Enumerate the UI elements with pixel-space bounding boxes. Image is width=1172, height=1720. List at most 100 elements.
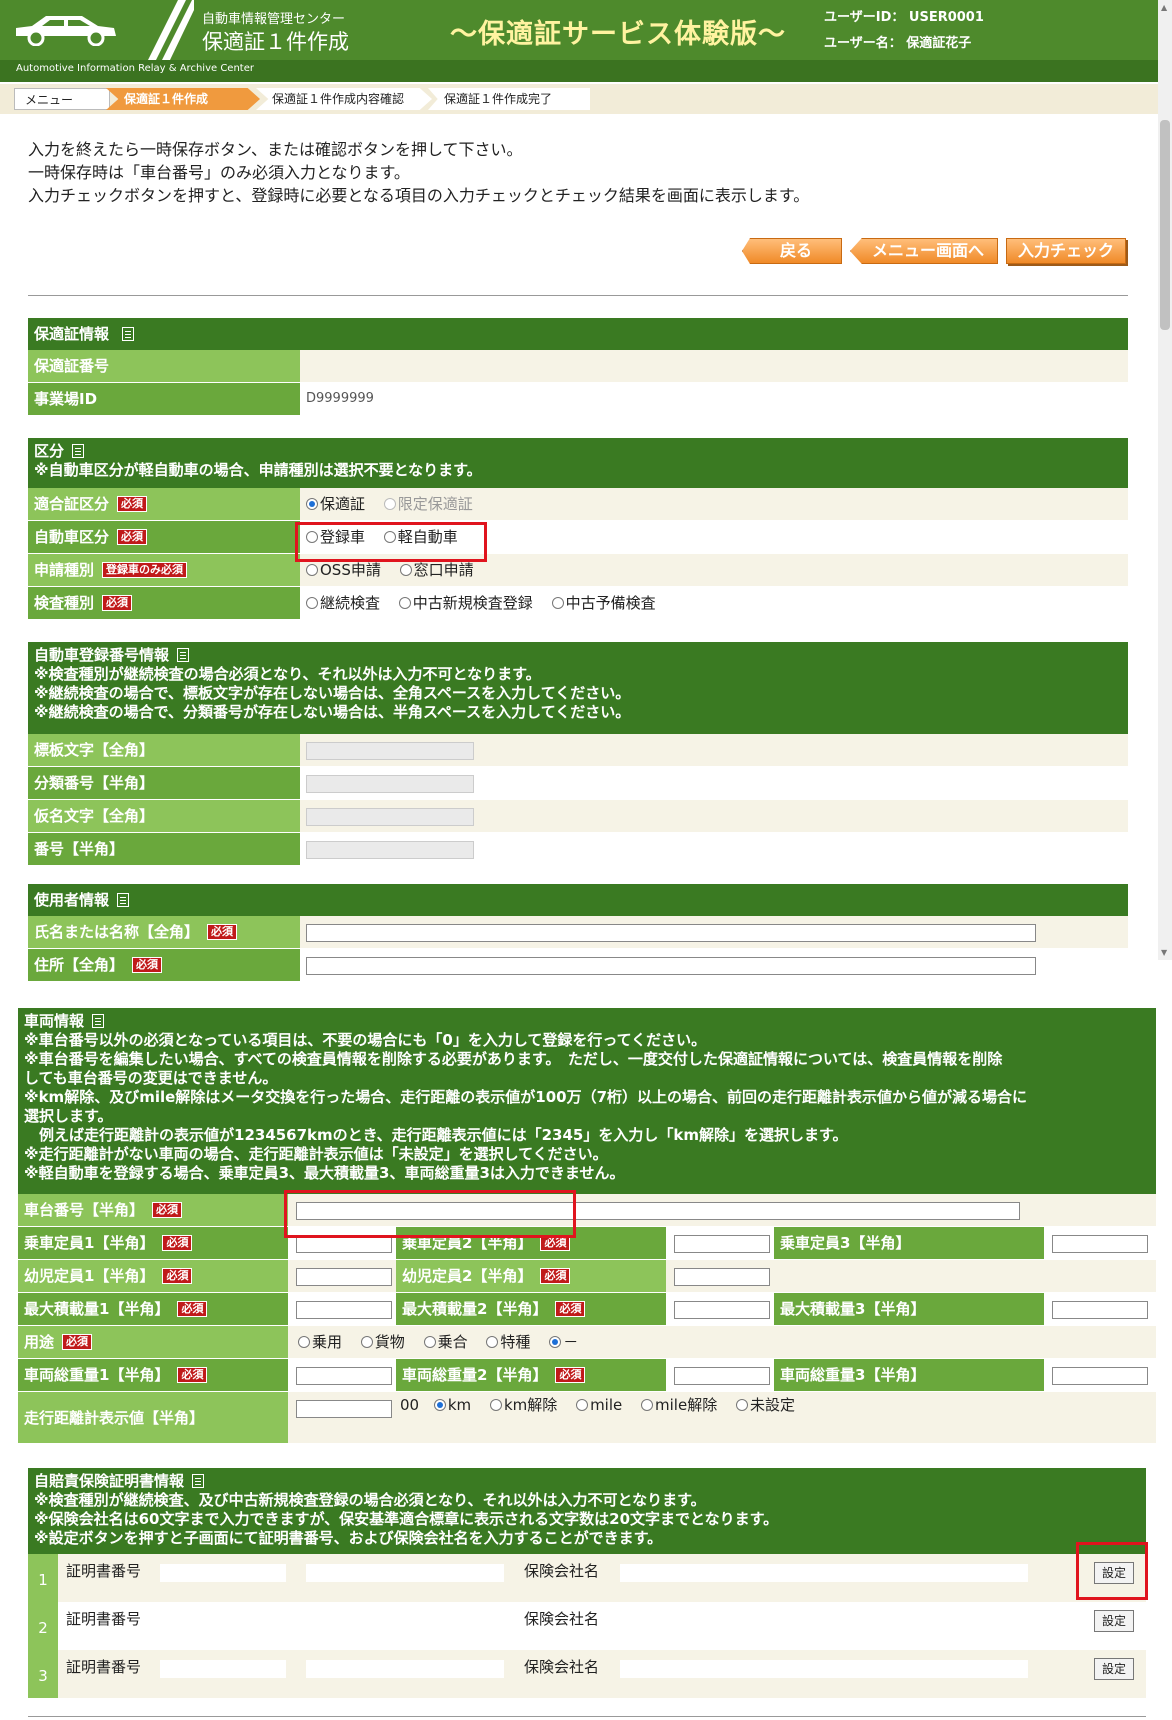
radio-icon[interactable] [360, 1336, 373, 1348]
label-text: 車両総重量1【半角】 [24, 1366, 170, 1384]
settings-button[interactable]: 設定 [1094, 1658, 1134, 1680]
radio-option[interactable]: 中古予備検査 [551, 594, 656, 612]
radio-icon[interactable] [551, 597, 564, 609]
radio-option[interactable]: km [433, 1396, 471, 1414]
radio-option[interactable]: 貨物 [360, 1333, 405, 1351]
section-note: ※km解除、及びmile解除はメータ交換を行った場合、走行距離の表示値が100万… [24, 1088, 1028, 1106]
option-label: mile [590, 1396, 623, 1414]
section-note: ※保険会社名は60文字まで入力できますが、保安基準適合標章に表示される文字数は2… [34, 1510, 779, 1528]
instruction-line: 入力を終えたら一時保存ボタン、または確認ボタンを押して下さい。 [28, 140, 523, 159]
radio-icon[interactable] [423, 1336, 436, 1348]
gross3-input[interactable] [1052, 1367, 1148, 1385]
radio-icon[interactable] [576, 1399, 589, 1411]
user-id: ユーザーID： USER0001 [824, 10, 984, 25]
radio-selected-icon[interactable] [433, 1399, 446, 1411]
radio-option[interactable]: 特種 [486, 1333, 530, 1351]
form-row: 住所【全角】 必須 [28, 949, 1128, 982]
section-category: 区分 ※自動車区分が軽自動車の場合、申請種別は選択不要となります。 適合証区分必… [28, 438, 1128, 620]
header-stripes-icon [148, 0, 194, 60]
load3-input[interactable] [1052, 1301, 1148, 1319]
user-name-input[interactable] [306, 924, 1036, 942]
field-label: 氏名または名称【全角】 必須 [28, 916, 300, 948]
infant1-input[interactable] [296, 1268, 392, 1286]
radio-icon[interactable] [298, 1336, 310, 1348]
scrollbar-thumb[interactable] [1160, 120, 1170, 330]
row-number: 3 [28, 1650, 58, 1698]
hotekisho-number-value [300, 350, 1128, 382]
field-label: 事業場ID [28, 383, 300, 415]
scroll-up-icon[interactable]: ▲ [1161, 3, 1167, 12]
edit-icon [192, 1474, 205, 1488]
required-badge: 必須 [177, 1367, 208, 1383]
address-input[interactable] [306, 957, 1036, 975]
radio-selected-icon[interactable] [549, 1336, 562, 1348]
option-label: 中古予備検査 [565, 594, 656, 612]
radio-selected-icon[interactable] [306, 498, 318, 510]
input-check-button[interactable]: 入力チェック [1006, 238, 1126, 264]
breadcrumb-menu[interactable]: メニュー [14, 88, 110, 110]
odometer-input[interactable] [296, 1400, 392, 1418]
radio-option: 限定保適証 [383, 495, 473, 513]
radio-option[interactable]: 乗合 [423, 1333, 468, 1351]
divider [28, 295, 1128, 296]
infant2-input[interactable] [674, 1268, 770, 1286]
section-title: 自動車登録番号情報 [34, 646, 170, 664]
scroll-down-icon[interactable]: ▼ [1161, 948, 1167, 957]
field-label: 検査種別 必須 [28, 587, 300, 619]
radio-option[interactable]: mile [576, 1396, 622, 1414]
radio-icon[interactable] [736, 1399, 748, 1411]
radio-icon[interactable] [486, 1336, 499, 1348]
radio-option[interactable]: OSS申請 [306, 561, 381, 579]
radio-icon[interactable] [398, 597, 411, 609]
required-badge: 必須 [117, 496, 148, 512]
kana-input [306, 808, 474, 826]
gross2-input[interactable] [674, 1367, 770, 1385]
section-note: ※継続検査の場合で、標板文字が存在しない場合は、全角スペースを入力してください。 [34, 684, 631, 702]
scrollbar[interactable]: ▲ ▼ [1158, 0, 1172, 960]
radio-icon[interactable] [399, 564, 412, 576]
label-text: 乗車定員1【半角】 [24, 1234, 155, 1252]
required-badge: 必須 [540, 1268, 571, 1284]
edit-icon [117, 893, 130, 907]
field-label: 用途 必須 [18, 1326, 288, 1358]
plate-region-input [306, 742, 474, 760]
insurance-row: 3 証明書番号 保険会社名 設定 [28, 1650, 1146, 1698]
load1-input[interactable] [296, 1301, 392, 1319]
load2-input[interactable] [674, 1301, 770, 1319]
option-label: 中古新規検査登録 [412, 594, 533, 612]
label-text: 車両総重量2【半角】 [402, 1366, 548, 1384]
radio-icon[interactable] [306, 564, 318, 576]
settings-button[interactable]: 設定 [1094, 1610, 1134, 1632]
radio-icon[interactable] [306, 597, 318, 609]
odo-suffix: 00 [400, 1396, 420, 1414]
radio-option[interactable]: － [549, 1333, 578, 1351]
radio-option[interactable]: 中古新規検査登録 [398, 594, 533, 612]
menu-button[interactable]: メニュー画面へ [850, 238, 998, 264]
capacity3-input[interactable] [1052, 1235, 1148, 1253]
required-badge: 登録車のみ必須 [102, 562, 188, 578]
back-button[interactable]: 戻る [742, 238, 842, 264]
class-number-input [306, 775, 474, 793]
required-badge: 必須 [132, 957, 163, 973]
capacity2-input[interactable] [674, 1235, 770, 1253]
radio-option[interactable]: 窓口申請 [399, 561, 474, 579]
option-label: 乗用 [312, 1333, 343, 1351]
radio-icon[interactable] [489, 1399, 502, 1411]
radio-option[interactable]: 未設定 [736, 1396, 795, 1414]
gross1-input[interactable] [296, 1367, 392, 1385]
radio-option[interactable]: 保適証 [306, 495, 365, 513]
field-value: 証明書番号 保険会社名 [58, 1602, 1146, 1650]
radio-option[interactable]: mile解除 [641, 1396, 717, 1414]
option-label: 未設定 [750, 1396, 796, 1414]
instruction-line: 入力チェックボタンを押すと、登録時に必要となる項目の入力チェックとチェック結果を… [28, 186, 810, 205]
radio-icon[interactable] [641, 1399, 654, 1411]
radio-option[interactable]: 継続検査 [306, 594, 380, 612]
radio-option[interactable]: 乗用 [298, 1333, 342, 1351]
option-label: 窓口申請 [413, 561, 474, 579]
option-label: mile解除 [655, 1396, 718, 1414]
label-text: 用途 [24, 1333, 55, 1351]
section-title: 自賠責保険証明書情報 [34, 1472, 185, 1490]
form-row: 適合証区分 必須 保適証 限定保適証 [28, 488, 1128, 521]
instruction-line: 一時保存時は「車台番号」のみ必須入力となります。 [28, 163, 410, 182]
radio-option[interactable]: km解除 [489, 1396, 557, 1414]
